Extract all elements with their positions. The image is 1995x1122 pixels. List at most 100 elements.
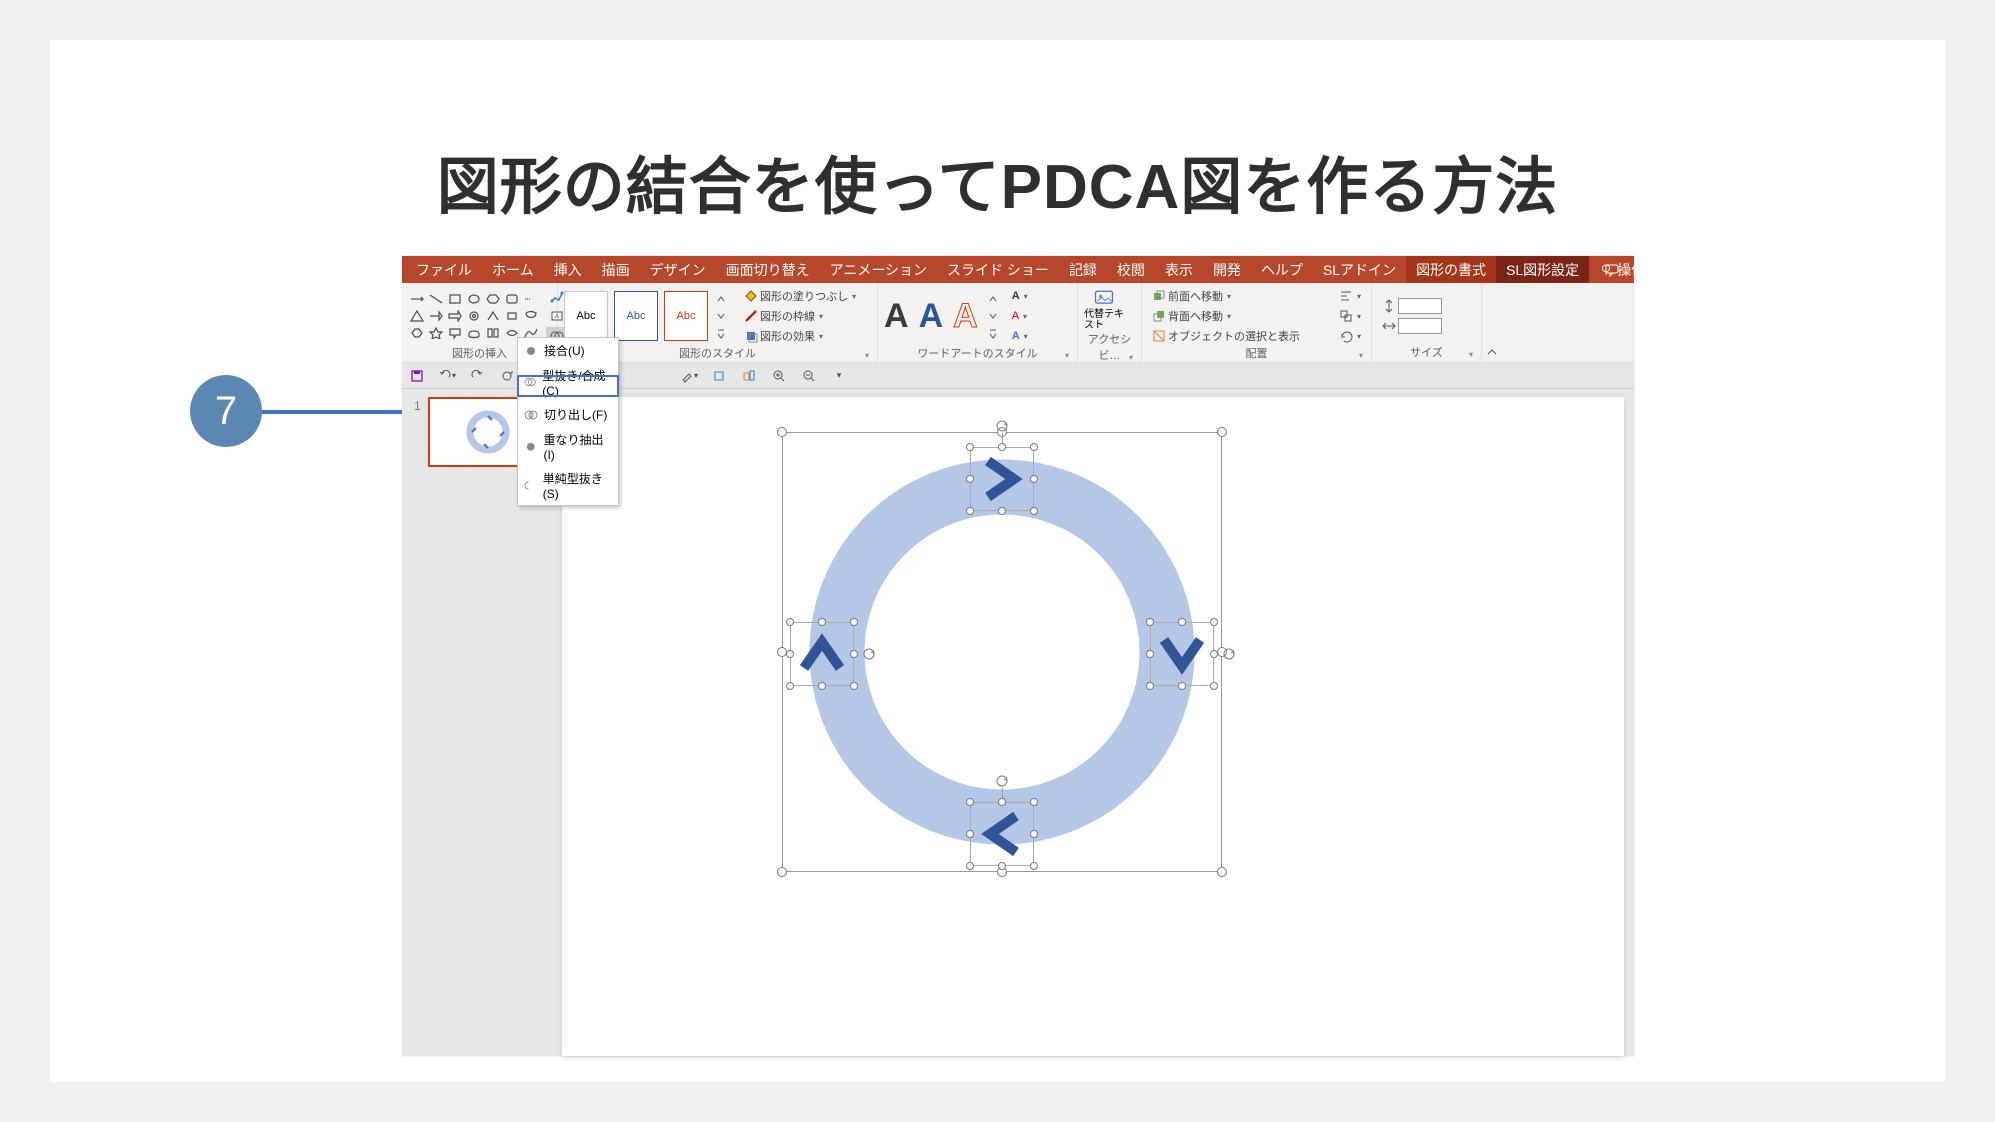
alt-text-button[interactable]: 代替テキスト: [1084, 287, 1124, 331]
text-outline-button[interactable]: A: [1008, 307, 1032, 325]
chevron-top[interactable]: [970, 447, 1034, 511]
shape-fill-button[interactable]: 図形の塗りつぶし: [740, 287, 860, 305]
group-label-accessibility: アクセシビ…: [1084, 331, 1135, 365]
send-backward-icon: [1152, 309, 1166, 323]
tab-file[interactable]: ファイル: [406, 256, 482, 283]
sel-handle-se[interactable]: [1217, 867, 1227, 877]
width-icon: [1382, 319, 1396, 333]
effects-icon: [744, 329, 758, 343]
sel-handle-ne[interactable]: [1217, 427, 1227, 437]
merge-union[interactable]: 接合(U): [518, 338, 618, 363]
rotate-handle-top[interactable]: [995, 419, 1009, 433]
rotate-handle-bottom[interactable]: [995, 774, 1009, 788]
gallery-more-icon[interactable]: [716, 325, 726, 341]
height-icon: [1382, 299, 1396, 313]
redo-button[interactable]: [468, 367, 486, 385]
selection-pane-button[interactable]: オブジェクトの選択と表示: [1148, 327, 1304, 345]
height-input[interactable]: [1378, 297, 1446, 315]
tab-transitions[interactable]: 画面切り替え: [716, 256, 820, 283]
wordart-more-icon[interactable]: [988, 325, 998, 341]
step-badge: 7: [190, 375, 262, 447]
slide-canvas[interactable]: [562, 397, 1624, 1056]
qat-repeat[interactable]: [498, 367, 516, 385]
rotate-button[interactable]: [1335, 327, 1365, 345]
chat-icon: [1604, 262, 1620, 278]
style-preset-1[interactable]: Abc: [564, 291, 608, 341]
shape-outline-button[interactable]: 図形の枠線: [740, 307, 860, 325]
sel-handle-sw[interactable]: [777, 867, 787, 877]
page-title: 図形の結合を使ってPDCA図を作る方法: [50, 136, 1945, 226]
tab-design[interactable]: デザイン: [640, 256, 716, 283]
tab-help[interactable]: ヘルプ: [1251, 256, 1313, 283]
gallery-down-icon[interactable]: [716, 308, 726, 324]
shape-effects-button[interactable]: 図形の効果: [740, 327, 860, 345]
tab-review[interactable]: 校閲: [1107, 256, 1155, 283]
chevron-right[interactable]: [1150, 622, 1214, 686]
qat-more[interactable]: ▾: [830, 367, 848, 385]
tab-developer[interactable]: 開発: [1203, 256, 1251, 283]
document-frame: 図形の結合を使ってPDCA図を作る方法 7 ファイル ホーム 挿入 描画 デザイ…: [50, 40, 1945, 1082]
collapse-ribbon-icon[interactable]: [1486, 346, 1498, 358]
powerpoint-window: ファイル ホーム 挿入 描画 デザイン 画面切り替え アニメーション スライド …: [402, 256, 1634, 1056]
ribbon-tab-strip: ファイル ホーム 挿入 描画 デザイン 画面切り替え アニメーション スライド …: [402, 256, 1634, 283]
merge-subtract[interactable]: 単純型抜き(S): [518, 466, 618, 505]
alt-text-icon: [1091, 287, 1117, 309]
text-effects-button[interactable]: A: [1008, 327, 1032, 345]
chevron-bottom[interactable]: [970, 802, 1034, 866]
rotate-icon: [1339, 329, 1353, 343]
wordart-preset-3[interactable]: A: [953, 297, 978, 336]
qat-text[interactable]: [710, 367, 728, 385]
tab-insert[interactable]: 挿入: [544, 256, 592, 283]
wordart-preset-2[interactable]: A: [919, 297, 944, 336]
intersect-icon: [524, 440, 537, 454]
style-preset-3[interactable]: Abc: [664, 291, 708, 341]
group-wordart: A A A A A A ワードアートのスタイル: [878, 283, 1078, 362]
ribbon-overflow[interactable]: [1594, 256, 1630, 283]
tab-draw[interactable]: 描画: [592, 256, 640, 283]
tab-sl-shape[interactable]: SL図形設定: [1496, 256, 1589, 283]
chevron-left[interactable]: [790, 622, 854, 686]
group-label-size: サイズ: [1378, 344, 1475, 362]
merge-intersect[interactable]: 重なり抽出(I): [518, 427, 618, 466]
width-input[interactable]: [1378, 317, 1446, 335]
tab-shape-format[interactable]: 図形の書式: [1406, 256, 1496, 283]
qat-zoom-out[interactable]: [800, 367, 818, 385]
wordart-preset-1[interactable]: A: [884, 297, 909, 336]
fill-icon: [744, 289, 758, 303]
align-icon: [1339, 289, 1353, 303]
bring-forward-button[interactable]: 前面へ移動: [1148, 287, 1304, 305]
tab-home[interactable]: ホーム: [482, 256, 544, 283]
tab-slideshow[interactable]: スライド ショー: [937, 256, 1059, 283]
group-arrange: 前面へ移動 背面へ移動 オブジェクトの選択と表示: [1142, 283, 1372, 362]
ribbon-body: A 図形の挿入 Abc Abc Abc: [402, 283, 1634, 363]
group-label-arrange: 配置: [1148, 345, 1365, 363]
style-preset-2[interactable]: Abc: [614, 291, 658, 341]
tab-view[interactable]: 表示: [1155, 256, 1203, 283]
shapes-gallery[interactable]: [408, 291, 540, 341]
save-button[interactable]: [408, 367, 426, 385]
tab-record[interactable]: 記録: [1059, 256, 1107, 283]
bring-forward-icon: [1152, 289, 1166, 303]
rotate-handle-right[interactable]: [1222, 647, 1236, 661]
sel-handle-nw[interactable]: [777, 427, 787, 437]
subtract-icon: [524, 479, 537, 493]
text-fill-button[interactable]: A: [1008, 287, 1032, 305]
wordart-up-icon[interactable]: [988, 291, 998, 307]
rotate-handle-left[interactable]: [862, 647, 876, 661]
gallery-up-icon[interactable]: [716, 291, 726, 307]
wordart-down-icon[interactable]: [988, 308, 998, 324]
merge-combine[interactable]: 型抜き/合成(C): [518, 363, 618, 402]
group-button[interactable]: [1335, 307, 1365, 325]
fragment-icon: [524, 408, 538, 422]
merge-fragment[interactable]: 切り出し(F): [518, 402, 618, 427]
undo-button[interactable]: ▾: [438, 367, 456, 385]
send-backward-button[interactable]: 背面へ移動: [1148, 307, 1304, 325]
tab-animations[interactable]: アニメーション: [820, 256, 937, 283]
qat-zoom-in[interactable]: [770, 367, 788, 385]
selection-pane-icon: [1152, 329, 1166, 343]
tab-sl-addin[interactable]: SLアドイン: [1313, 256, 1406, 283]
outline-icon: [744, 309, 758, 323]
align-button[interactable]: [1335, 287, 1365, 305]
qat-size[interactable]: [740, 367, 758, 385]
qat-dropper[interactable]: ▾: [680, 367, 698, 385]
